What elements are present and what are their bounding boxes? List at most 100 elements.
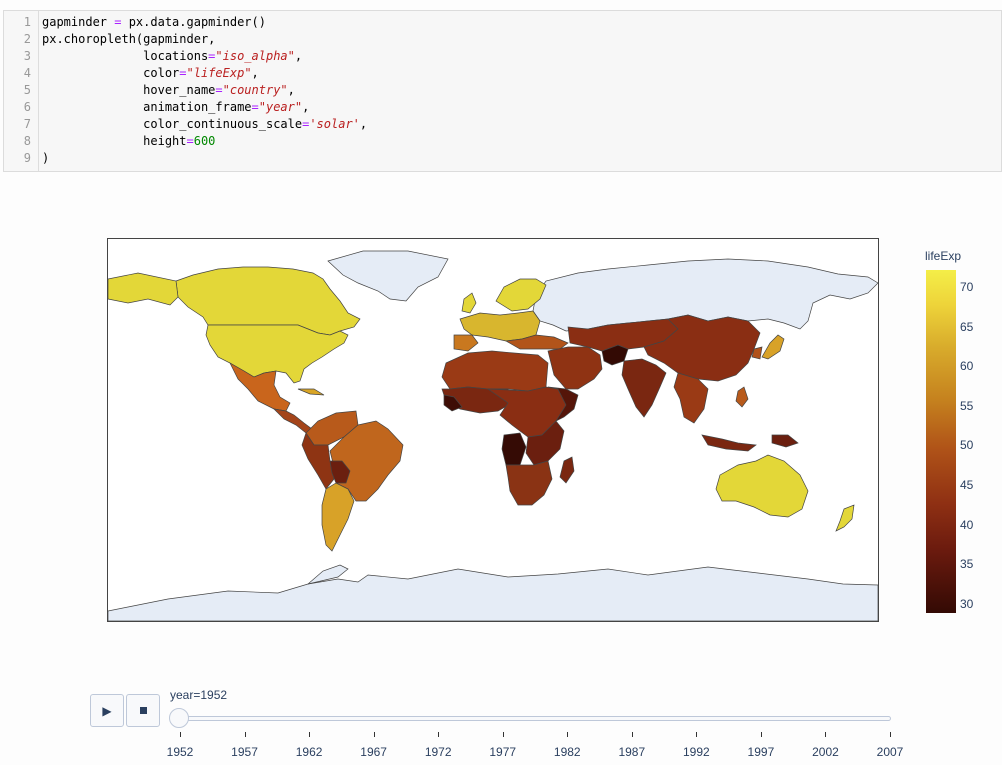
line-number: 5 bbox=[23, 83, 31, 97]
slider-tick bbox=[890, 732, 891, 737]
code-token: , bbox=[294, 49, 303, 63]
region-alaska[interactable] bbox=[108, 272, 179, 306]
colorbar-tick-label: 40 bbox=[960, 517, 974, 532]
code-token: px.data.gapminder() bbox=[121, 15, 266, 29]
region-southeast-asia[interactable] bbox=[673, 372, 709, 424]
code-token: , bbox=[359, 117, 368, 131]
code-token: px.choropleth(gapminder, bbox=[42, 32, 216, 46]
region-central-america[interactable] bbox=[272, 408, 313, 434]
colorbar-tick-label: 60 bbox=[960, 359, 974, 374]
code-token: = bbox=[186, 134, 194, 148]
colorbar-tick-label: 30 bbox=[960, 596, 974, 611]
year-slider-track[interactable] bbox=[170, 716, 891, 721]
region-madagascar[interactable] bbox=[559, 456, 575, 484]
code-line[interactable]: hover_name="country", bbox=[42, 83, 295, 97]
colorbar-tick-label: 35 bbox=[960, 557, 974, 572]
code-line[interactable]: locations="iso_alpha", bbox=[42, 49, 302, 63]
region-antarctica[interactable] bbox=[108, 566, 878, 621]
choropleth-map[interactable] bbox=[107, 238, 879, 622]
line-number: 9 bbox=[23, 151, 31, 165]
region-uk[interactable] bbox=[461, 292, 477, 314]
colorbar-tick-label: 45 bbox=[960, 478, 974, 492]
code-token: "country" bbox=[222, 83, 288, 97]
slider-step-1967[interactable]: 1967 bbox=[360, 745, 387, 759]
code-line[interactable]: height=600 bbox=[42, 134, 215, 148]
slider-step-1992[interactable]: 1992 bbox=[683, 745, 710, 759]
region-india[interactable] bbox=[621, 358, 667, 418]
slider-tick bbox=[502, 732, 504, 737]
line-number-gutter: 1 2 3 4 5 6 7 8 9 bbox=[4, 11, 39, 171]
line-number: 6 bbox=[23, 100, 31, 114]
code-token: gapminder bbox=[42, 15, 115, 29]
region-iberia[interactable] bbox=[453, 334, 479, 352]
code-token: , bbox=[287, 83, 295, 97]
slider-tick bbox=[438, 732, 440, 737]
slider-tick bbox=[180, 732, 181, 737]
slider-step-1952[interactable]: 1952 bbox=[167, 745, 194, 759]
play-icon: ▶ bbox=[102, 703, 112, 718]
stop-icon bbox=[139, 707, 147, 714]
slider-tick bbox=[244, 732, 246, 737]
line-number: 7 bbox=[23, 117, 31, 131]
region-middle-east[interactable] bbox=[547, 346, 603, 390]
code-cell[interactable]: 1 2 3 4 5 6 7 8 9 gapminder = px.data.gapminder(… bbox=[3, 10, 1002, 172]
region-indonesia[interactable] bbox=[701, 434, 757, 452]
slider-step-1957[interactable]: 1957 bbox=[231, 745, 258, 759]
slider-step-1987[interactable]: 1987 bbox=[618, 745, 645, 759]
code-line[interactable]: gapminder = px.data.gapminder() bbox=[42, 15, 266, 29]
play-button[interactable]: ▶ bbox=[90, 694, 124, 727]
region-southern-africa[interactable] bbox=[505, 460, 553, 506]
region-congo[interactable] bbox=[501, 432, 527, 466]
region-philippines[interactable] bbox=[735, 386, 749, 408]
code-token: ) bbox=[42, 151, 50, 165]
slider-tick bbox=[567, 732, 569, 737]
colorbar-tick-label: 50 bbox=[960, 438, 974, 453]
code-token: hover_name bbox=[42, 83, 216, 97]
line-number: 3 bbox=[23, 49, 31, 63]
code-token: "lifeExp" bbox=[186, 66, 252, 80]
line-number: 4 bbox=[23, 66, 31, 80]
slider-step-1977[interactable]: 1977 bbox=[489, 745, 516, 759]
slider-step-1972[interactable]: 1972 bbox=[425, 745, 452, 759]
slider-tick bbox=[760, 732, 762, 737]
region-greenland[interactable] bbox=[327, 250, 449, 302]
slider-tick bbox=[309, 732, 311, 737]
line-number: 1 bbox=[23, 15, 31, 29]
slider-step-1997[interactable]: 1997 bbox=[748, 745, 775, 759]
region-cuba[interactable] bbox=[297, 388, 325, 396]
slider-tick bbox=[631, 732, 633, 737]
colorbar-tick-label: 70 bbox=[960, 280, 974, 294]
code-token: = bbox=[251, 100, 259, 114]
code-token: color_continuous_scale bbox=[42, 117, 303, 131]
slider-step-1982[interactable]: 1982 bbox=[554, 745, 581, 759]
code-token: , bbox=[251, 66, 259, 80]
region-new-zealand[interactable] bbox=[835, 504, 855, 532]
stop-button[interactable] bbox=[126, 694, 160, 727]
code-line[interactable]: color="lifeExp", bbox=[42, 66, 259, 80]
code-token: locations bbox=[42, 49, 209, 63]
code-token: = bbox=[179, 66, 187, 80]
code-token: color bbox=[42, 66, 180, 80]
slider-step-2007[interactable]: 2007 bbox=[877, 745, 904, 759]
code-token: "year" bbox=[258, 100, 303, 114]
year-slider-handle[interactable] bbox=[169, 708, 189, 728]
world-map-svg[interactable] bbox=[108, 239, 878, 621]
code-token: 600 bbox=[193, 134, 216, 148]
code-line[interactable]: animation_frame="year", bbox=[42, 100, 309, 114]
region-north-africa[interactable] bbox=[441, 350, 549, 392]
slider-tick bbox=[696, 732, 698, 737]
region-australia[interactable] bbox=[715, 454, 809, 518]
code-line[interactable]: px.choropleth(gapminder, bbox=[42, 32, 215, 46]
slider-step-2002[interactable]: 2002 bbox=[812, 745, 839, 759]
colorbar-title: lifeExp bbox=[925, 249, 962, 263]
code-line[interactable]: ) bbox=[42, 151, 49, 165]
slider-tick bbox=[373, 732, 375, 737]
code-token: = bbox=[215, 83, 223, 97]
code-line[interactable]: color_continuous_scale='solar', bbox=[42, 117, 367, 131]
region-argentina-chile[interactable] bbox=[321, 482, 355, 552]
region-papua[interactable] bbox=[771, 434, 799, 448]
region-japan[interactable] bbox=[761, 334, 785, 360]
slider-step-1962[interactable]: 1962 bbox=[296, 745, 323, 759]
line-number: 8 bbox=[23, 134, 31, 148]
code-token: height bbox=[42, 134, 187, 148]
